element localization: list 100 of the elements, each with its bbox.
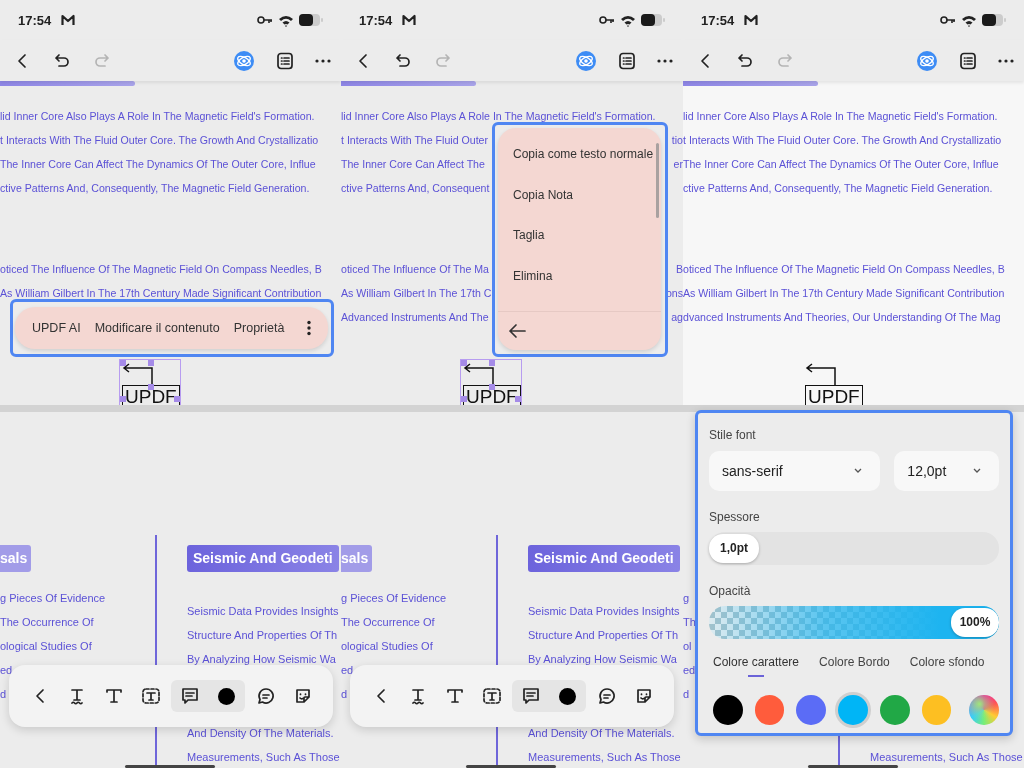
ai-assistant-button[interactable] [916, 49, 938, 72]
slider-thumb[interactable]: 100% [951, 608, 999, 637]
selection-handle[interactable] [120, 396, 126, 402]
action-item[interactable]: UPDF AI [25, 321, 88, 335]
selection-handle[interactable] [489, 384, 495, 390]
ai-assistant-button[interactable] [233, 49, 255, 72]
selection-handle[interactable] [174, 396, 180, 402]
color-button[interactable] [208, 680, 245, 712]
color-swatch[interactable] [713, 695, 743, 725]
key-icon [599, 15, 615, 25]
text-line: The Inner Core Can Affect The [341, 158, 485, 170]
text-line: Measurements, Such As Those [187, 750, 340, 765]
action-item[interactable]: Proprietà [226, 321, 292, 335]
text-line: er [673, 158, 683, 170]
more-button[interactable] [998, 58, 1014, 63]
opacity-slider[interactable]: 100% [709, 606, 999, 639]
chevron-down-icon [854, 468, 863, 474]
more-icon [315, 58, 331, 63]
more-button[interactable] [657, 58, 673, 63]
text-line: ctive Patterns And, Consequent [341, 182, 490, 194]
action-item[interactable]: Modificare il contenuto [87, 321, 227, 335]
text-line: ological Studies Of [0, 639, 92, 654]
text-line: And Density Of The Materials. [187, 726, 334, 741]
selection-handle[interactable] [148, 384, 154, 390]
section-heading: Seismic And Geodeti [187, 545, 339, 572]
color-swatch[interactable] [838, 695, 868, 725]
text-line: As William Gilbert In The 17th C [341, 287, 492, 299]
field-label: Spessore [709, 509, 761, 525]
text-line: Seismic Data Provides Insights [187, 604, 339, 619]
text-line: Th [683, 615, 696, 630]
color-swatch[interactable] [754, 695, 785, 725]
text-line: d [0, 687, 7, 702]
text-line: dvanced Instruments And Theories, Our Understanding Of The Mag [683, 311, 1001, 323]
text-line: Structure And Properties Of Th [528, 628, 679, 643]
text-line: ctive Patterns And, Consequently, The Magnetic Field Generation. [683, 182, 993, 194]
mail-icon [402, 14, 417, 26]
field-label: Stile font [709, 427, 757, 443]
slider-thumb[interactable]: 1,0pt [709, 534, 759, 563]
section-heading: Seismic And Geodeti [528, 545, 680, 572]
selection-handle[interactable] [489, 360, 495, 366]
menu-item[interactable]: Elimina [498, 255, 661, 296]
ai-icon [575, 49, 597, 72]
ai-icon [233, 49, 255, 72]
note-icon [179, 686, 200, 706]
selection-handle[interactable] [148, 360, 154, 366]
size-dropdown[interactable]: 12,0pt [894, 451, 999, 491]
text-line: By Analyzing How Seismic Wa [187, 652, 336, 667]
text-line: d [341, 687, 348, 702]
text-line: ological Studies Of [341, 639, 433, 654]
outline-button[interactable] [958, 50, 978, 71]
arrow-line [463, 363, 495, 385]
wifi-icon [278, 13, 294, 27]
text-line: Advanced Instruments And The [341, 311, 489, 323]
text-line: t Interacts With The Fluid Outer Core. The Growth And Crystallizatio [0, 134, 319, 146]
list-icon [958, 50, 978, 71]
tab[interactable]: Colore sfondo [909, 655, 985, 677]
tool-button[interactable] [512, 680, 549, 712]
text-line: Structure And Properties Of Th [187, 628, 338, 643]
outline-button[interactable] [275, 50, 295, 71]
font-dropdown[interactable]: sans-serif [709, 451, 881, 491]
ai-assistant-button[interactable] [575, 49, 597, 72]
selection-handle[interactable] [120, 360, 126, 366]
selection-handle[interactable] [461, 360, 467, 366]
menu-item[interactable]: Taglia [498, 215, 661, 256]
battery-icon [299, 14, 323, 26]
color-swatch[interactable] [796, 695, 827, 725]
color-swatch[interactable] [879, 695, 910, 725]
text-line: oticed The Influence Of The Magnetic Field On Compass Needles, B [0, 263, 322, 275]
text-line: tio [671, 134, 683, 146]
selection-handle[interactable] [461, 396, 467, 402]
menu-item[interactable]: Copia come testo normale [498, 134, 661, 175]
text-line: B [675, 263, 683, 275]
ai-icon [916, 49, 938, 72]
text-line: lid Inner Core Also Plays A Role In The Magnetic Field's Formation. [0, 110, 315, 122]
text-line: Seismic Data Provides Insights [528, 604, 680, 619]
menu-item[interactable]: Copia Nota [498, 174, 661, 215]
text-icon [444, 686, 465, 706]
mail-icon [744, 14, 759, 26]
clock-time: 17:54 [359, 12, 393, 28]
text-line: t Interacts With The Fluid Outer [341, 134, 488, 146]
more-button[interactable] [315, 58, 331, 63]
comment-icon [596, 686, 617, 706]
text-line: lid Inner Core Also Plays A Role In The Magnetic Field's Formation. [683, 110, 998, 122]
outline-button[interactable] [617, 50, 637, 71]
text-line: ol [683, 639, 692, 654]
text-line: lid Inner Core Also Plays A Role In The Magnetic Field's Formation. [341, 110, 656, 122]
tool-button[interactable] [171, 680, 208, 712]
wifi-icon [620, 13, 636, 27]
selection-handle[interactable] [515, 396, 521, 402]
color-picker-button[interactable] [969, 695, 1000, 725]
text-line: Measurements, Such As Those [528, 750, 681, 765]
text-line: ed [0, 663, 13, 678]
text-line: As William Gilbert In The 17th Century Made Significant Contribution [0, 287, 322, 299]
color-swatch[interactable] [921, 695, 952, 725]
thickness-slider[interactable]: 1,0pt [709, 532, 999, 565]
tab[interactable]: Colore Bordo [819, 655, 890, 677]
color-button[interactable] [549, 680, 586, 712]
tab[interactable]: Colore carattere [713, 655, 800, 677]
key-icon [257, 15, 273, 25]
comment-icon [255, 686, 276, 706]
